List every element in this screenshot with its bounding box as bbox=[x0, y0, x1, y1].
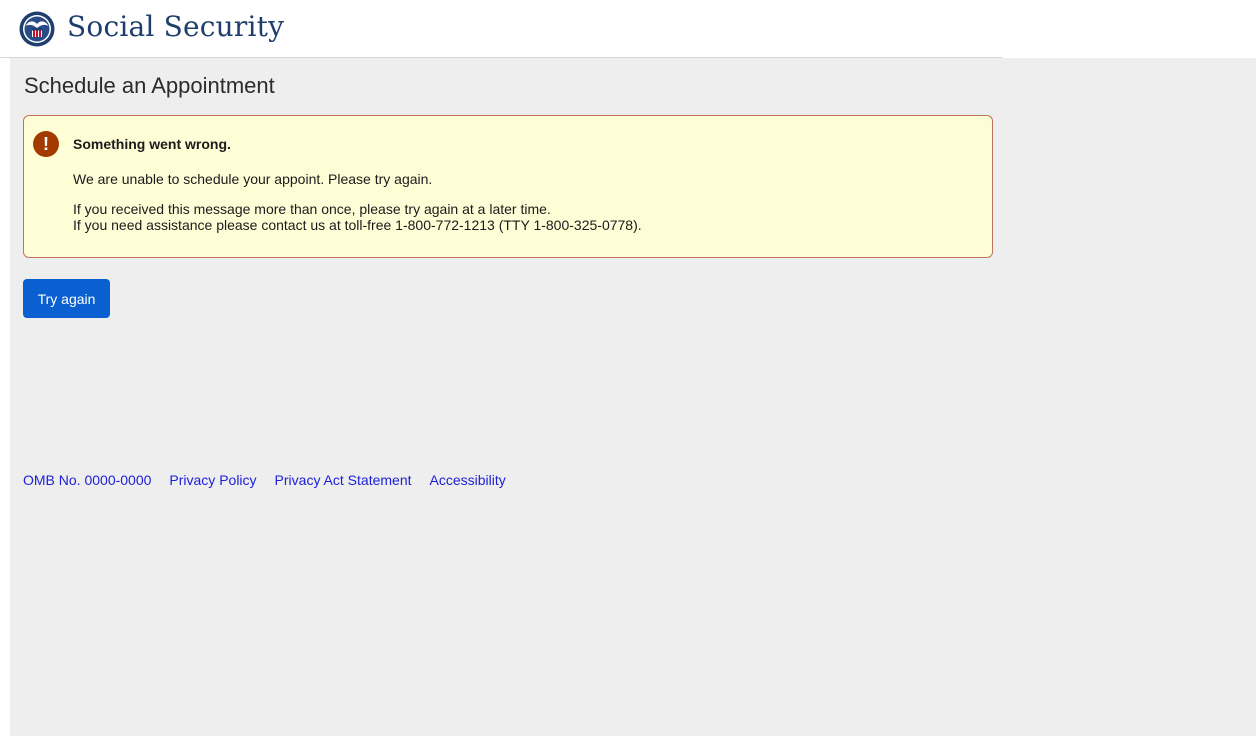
alert-heading: Something went wrong. bbox=[73, 136, 231, 152]
footer-link-privacy-act[interactable]: Privacy Act Statement bbox=[275, 472, 412, 488]
page-title: Schedule an Appointment bbox=[24, 73, 275, 98]
alert-body: We are unable to schedule your appoint. … bbox=[73, 171, 642, 233]
alert-contact-note: If you need assistance please contact us… bbox=[73, 217, 642, 233]
try-again-button[interactable]: Try again bbox=[23, 279, 110, 318]
error-alert: ! Something went wrong. We are unable to… bbox=[23, 115, 993, 258]
page: Social Security Schedule an Appointment … bbox=[0, 0, 1256, 736]
footer-link-privacy-policy[interactable]: Privacy Policy bbox=[169, 472, 256, 488]
ssa-seal-icon[interactable] bbox=[18, 10, 56, 48]
alert-message: We are unable to schedule your appoint. … bbox=[73, 171, 433, 187]
site-brand[interactable]: Social Security bbox=[67, 13, 284, 41]
main-content: Schedule an Appointment ! Something went… bbox=[10, 58, 1256, 736]
footer-links: OMB No. 0000-0000 Privacy Policy Privacy… bbox=[23, 472, 524, 488]
exclamation-circle-icon: ! bbox=[33, 131, 59, 157]
footer-link-accessibility[interactable]: Accessibility bbox=[430, 472, 506, 488]
footer-link-omb[interactable]: OMB No. 0000-0000 bbox=[23, 472, 151, 488]
site-header: Social Security bbox=[0, 0, 1002, 58]
alert-retry-note: If you received this message more than o… bbox=[73, 201, 551, 217]
